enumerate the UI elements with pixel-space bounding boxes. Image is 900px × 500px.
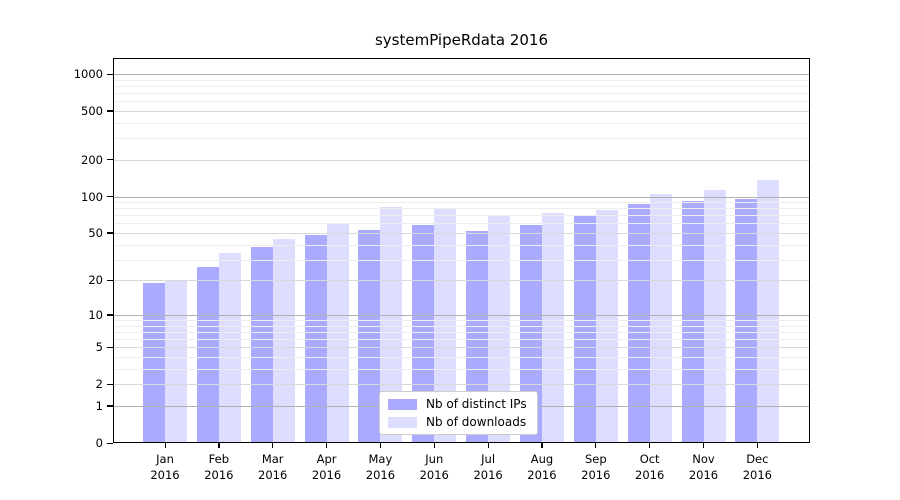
x-axis-tick-label: Jun2016 (404, 451, 464, 483)
y-axis-tick (107, 347, 113, 348)
x-axis-tick-label: Sep2016 (566, 451, 626, 483)
plot-area (113, 58, 810, 443)
bar-distinct-ips (628, 204, 650, 443)
x-axis-tick-label: Apr2016 (297, 451, 357, 483)
x-axis-tick-label: Jul2016 (458, 451, 518, 483)
gridline (113, 339, 810, 340)
y-axis-tick (107, 443, 113, 444)
x-axis-tick (757, 443, 758, 448)
gridline (113, 160, 810, 161)
bar-distinct-ips (358, 230, 380, 443)
gridline (113, 357, 810, 358)
gridline (113, 384, 810, 385)
bar-downloads (327, 224, 349, 443)
bar-downloads (757, 180, 779, 443)
gridline (113, 320, 810, 321)
y-axis-tick-label: 100 (23, 190, 103, 204)
y-axis-tick-label: 1000 (23, 67, 103, 81)
x-axis-tick-label: Mar2016 (243, 451, 303, 483)
y-axis-tick (107, 159, 113, 160)
chart-canvas: systemPipeRdata 2016 Nb of distinct IPs … (0, 0, 900, 500)
y-axis-tick-label: 20 (23, 273, 103, 287)
x-axis-tick (326, 443, 327, 448)
y-axis-tick (107, 405, 113, 406)
gridline (113, 138, 810, 139)
gridline (113, 197, 810, 198)
bar-downloads (273, 239, 295, 443)
y-axis-tick-label: 5 (23, 340, 103, 354)
legend-label-downloads: Nb of downloads (426, 415, 526, 429)
y-axis-tick (107, 196, 113, 197)
gridline (113, 123, 810, 124)
legend: Nb of distinct IPs Nb of downloads (379, 391, 538, 435)
x-axis-tick-label: Oct2016 (620, 451, 680, 483)
x-axis-tick-label: Nov2016 (674, 451, 734, 483)
x-axis-tick-label: Aug2016 (512, 451, 572, 483)
x-axis-tick (434, 443, 435, 448)
gridline (113, 215, 810, 216)
x-axis-tick (380, 443, 381, 448)
x-axis-tick-label: Dec2016 (727, 451, 787, 483)
gridline (113, 111, 810, 112)
x-axis-tick (649, 443, 650, 448)
y-axis-tick (107, 232, 113, 233)
legend-swatch-downloads (388, 417, 417, 428)
gridline (113, 223, 810, 224)
y-axis-tick-label: 1 (23, 399, 103, 413)
y-axis-tick-label: 2 (23, 377, 103, 391)
x-axis-tick (541, 443, 542, 448)
x-axis-tick (218, 443, 219, 448)
y-axis-tick (107, 314, 113, 315)
x-axis-tick (165, 443, 166, 448)
x-axis-tick (488, 443, 489, 448)
bar-downloads (165, 280, 187, 443)
gridline (113, 369, 810, 370)
gridline (113, 101, 810, 102)
bar-distinct-ips (251, 247, 273, 443)
y-axis-tick (107, 280, 113, 281)
y-axis-tick (107, 384, 113, 385)
y-axis-tick (107, 74, 113, 75)
gridline (113, 260, 810, 261)
x-axis-tick-label: Feb2016 (189, 451, 249, 483)
bar-downloads (542, 213, 564, 443)
x-axis-tick (595, 443, 596, 448)
legend-swatch-distinct-ips (388, 399, 417, 410)
bar-distinct-ips (574, 216, 596, 443)
gridline (113, 93, 810, 94)
y-axis-tick-label: 0 (23, 436, 103, 450)
x-axis-tick-label: Jan2016 (135, 451, 195, 483)
gridline (113, 347, 810, 348)
gridline (113, 208, 810, 209)
x-axis-tick (272, 443, 273, 448)
gridline (113, 233, 810, 234)
gridline (113, 326, 810, 327)
gridline (113, 332, 810, 333)
gridline (113, 245, 810, 246)
bar-distinct-ips (197, 267, 219, 443)
legend-item-distinct-ips: Nb of distinct IPs (388, 397, 527, 411)
gridline (113, 315, 810, 316)
bar-distinct-ips (143, 283, 165, 443)
gridline (113, 280, 810, 281)
legend-item-downloads: Nb of downloads (388, 415, 527, 429)
y-axis-tick-label: 200 (23, 153, 103, 167)
y-axis-tick-label: 10 (23, 308, 103, 322)
gridline (113, 80, 810, 81)
legend-label-distinct-ips: Nb of distinct IPs (426, 397, 527, 411)
gridline (113, 86, 810, 87)
x-axis-tick (703, 443, 704, 448)
x-axis-tick-label: May2016 (350, 451, 410, 483)
gridline (113, 74, 810, 75)
y-axis-tick-label: 50 (23, 226, 103, 240)
y-axis-tick-label: 500 (23, 104, 103, 118)
y-axis-tick (107, 110, 113, 111)
chart-title: systemPipeRdata 2016 (113, 31, 810, 49)
gridline (113, 202, 810, 203)
